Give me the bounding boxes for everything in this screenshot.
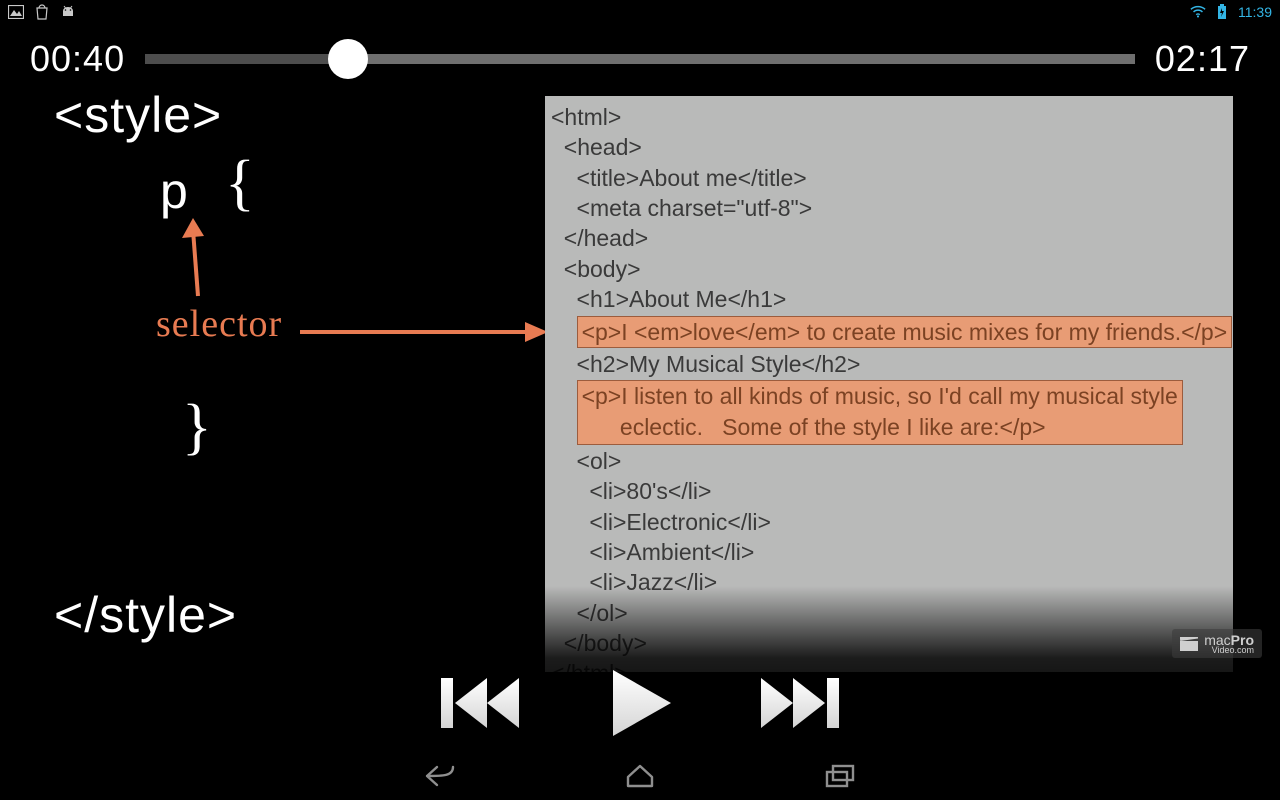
- code-line: <li>Electronic</li>: [551, 507, 1227, 537]
- status-left: [8, 4, 76, 20]
- code-line: <p>I listen to all kinds of music, so I'…: [551, 379, 1227, 446]
- style-close-tag: </style>: [54, 586, 237, 644]
- play-button[interactable]: [595, 668, 685, 738]
- code-line: </head>: [551, 223, 1227, 253]
- code-line: <meta charset="utf-8">: [551, 193, 1227, 223]
- code-line: <h1>About Me</h1>: [551, 284, 1227, 314]
- wifi-icon: [1190, 4, 1206, 20]
- code-line: <head>: [551, 132, 1227, 162]
- code-line: <title>About me</title>: [551, 163, 1227, 193]
- image-icon: [8, 4, 24, 20]
- android-icon: [60, 4, 76, 20]
- arrow-right-icon: [300, 312, 550, 352]
- style-open-tag: <style>: [54, 86, 222, 144]
- selector-p: p: [160, 162, 188, 220]
- seek-row: 00:40 02:17: [0, 24, 1280, 86]
- playback-controls: [435, 668, 845, 738]
- status-clock: 11:39: [1238, 4, 1272, 20]
- brace-open: {: [225, 148, 255, 219]
- watermark: macPro Video.com: [1172, 629, 1262, 658]
- clapper-icon: [1180, 637, 1198, 651]
- navigation-bar: [0, 752, 1280, 800]
- next-button[interactable]: [755, 668, 845, 738]
- highlighted-p-1: <p>I <em>love</em> to create music mixes…: [577, 316, 1233, 348]
- seek-track[interactable]: [145, 54, 1135, 64]
- arrow-up-icon: [178, 216, 228, 306]
- code-line: <li>Ambient</li>: [551, 537, 1227, 567]
- back-button[interactable]: [420, 761, 460, 791]
- code-line: <p>I <em>love</em> to create music mixes…: [551, 315, 1227, 349]
- shopping-icon: [34, 4, 50, 20]
- selector-label: selector: [156, 302, 282, 346]
- seek-fill: [145, 54, 348, 64]
- code-line: <html>: [551, 102, 1227, 132]
- previous-button[interactable]: [435, 668, 525, 738]
- seek-thumb[interactable]: [328, 39, 368, 79]
- highlighted-p-2: <p>I listen to all kinds of music, so I'…: [577, 380, 1183, 445]
- time-total: 02:17: [1155, 38, 1250, 80]
- recents-button[interactable]: [820, 761, 860, 791]
- video-content: <style> p { } </style> selector <html> <…: [0, 86, 1280, 726]
- code-line: <li>80's</li>: [551, 476, 1227, 506]
- status-bar: 11:39: [0, 0, 1280, 24]
- brace-close: }: [182, 392, 212, 463]
- time-current: 00:40: [30, 38, 125, 80]
- code-line: <h2>My Musical Style</h2>: [551, 349, 1227, 379]
- battery-charging-icon: [1214, 4, 1230, 20]
- code-line: <body>: [551, 254, 1227, 284]
- code-line: <ol>: [551, 446, 1227, 476]
- status-right: 11:39: [1190, 4, 1272, 20]
- home-button[interactable]: [620, 761, 660, 791]
